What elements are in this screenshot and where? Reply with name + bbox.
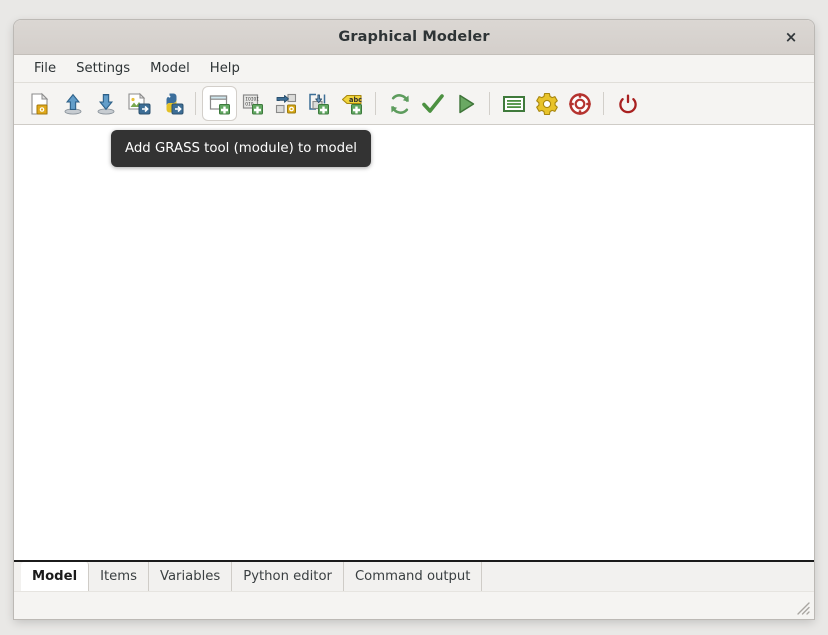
model-properties-icon	[501, 91, 527, 117]
menu-help[interactable]: Help	[200, 58, 250, 79]
export-python-icon	[159, 91, 185, 117]
tab-variables[interactable]: Variables	[149, 562, 233, 591]
toolbar-group-quit	[611, 87, 644, 120]
toolbar-separator	[489, 92, 490, 115]
window-titlebar[interactable]: Graphical Modeler ×	[14, 20, 814, 55]
add-relation-icon	[274, 92, 298, 116]
bottom-tabbar: Model Items Variables Python editor Comm…	[14, 562, 814, 591]
resize-grip[interactable]	[795, 600, 811, 616]
toolbar-group-file	[23, 87, 188, 120]
toolbar-separator	[603, 92, 604, 115]
add-loop-icon	[307, 92, 331, 116]
statusbar	[14, 591, 814, 619]
new-model-icon	[27, 91, 53, 117]
menu-settings[interactable]: Settings	[66, 58, 140, 79]
tab-command-output[interactable]: Command output	[344, 562, 483, 591]
run-icon	[453, 91, 479, 117]
redraw-icon	[387, 91, 413, 117]
new-model-button[interactable]	[23, 87, 56, 120]
add-comment-button[interactable]: abc	[335, 87, 368, 120]
quit-button[interactable]	[611, 87, 644, 120]
add-relation-button[interactable]	[269, 87, 302, 120]
export-python-button[interactable]	[155, 87, 188, 120]
model-canvas[interactable]	[14, 125, 814, 562]
menu-file[interactable]: File	[24, 58, 66, 79]
export-image-icon	[126, 91, 152, 117]
menu-model[interactable]: Model	[140, 58, 200, 79]
add-loop-button[interactable]	[302, 87, 335, 120]
tab-python-editor[interactable]: Python editor	[232, 562, 344, 591]
add-comment-icon: abc	[340, 92, 364, 116]
gear-icon	[534, 91, 560, 117]
toolbar-group-run	[383, 87, 482, 120]
toolbar-group-settings	[497, 87, 596, 120]
validate-icon	[420, 91, 446, 117]
power-quit-icon	[615, 91, 641, 117]
add-data-button[interactable]: IOIOI OIO	[236, 87, 269, 120]
help-button[interactable]	[563, 87, 596, 120]
load-model-icon	[60, 91, 86, 117]
toolbar-separator	[195, 92, 196, 115]
tab-model[interactable]: Model	[21, 562, 90, 591]
toolbar-separator	[375, 92, 376, 115]
add-grass-tool-icon	[208, 92, 232, 116]
window-title: Graphical Modeler	[338, 29, 490, 45]
redraw-button[interactable]	[383, 87, 416, 120]
menubar: File Settings Model Help	[14, 55, 814, 83]
svg-text:abc: abc	[349, 96, 362, 104]
graphical-modeler-window: Graphical Modeler × File Settings Model …	[14, 20, 814, 619]
model-properties-button[interactable]	[497, 87, 530, 120]
close-icon[interactable]: ×	[778, 24, 804, 50]
save-model-icon	[93, 91, 119, 117]
validate-button[interactable]	[416, 87, 449, 120]
tab-items[interactable]: Items	[89, 562, 149, 591]
main-toolbar: IOIOI OIO abc	[14, 83, 814, 125]
run-button[interactable]	[449, 87, 482, 120]
lifering-help-icon	[567, 91, 593, 117]
add-data-icon: IOIOI OIO	[241, 92, 265, 116]
model-canvas-area: Add GRASS tool (module) to model	[14, 125, 814, 562]
toolbar-group-elements: IOIOI OIO abc	[203, 87, 368, 120]
model-settings-button[interactable]	[530, 87, 563, 120]
export-image-button[interactable]	[122, 87, 155, 120]
add-grass-tool-button[interactable]	[203, 87, 236, 120]
desktop-background: Graphical Modeler × File Settings Model …	[0, 0, 828, 635]
save-model-button[interactable]	[89, 87, 122, 120]
load-model-button[interactable]	[56, 87, 89, 120]
